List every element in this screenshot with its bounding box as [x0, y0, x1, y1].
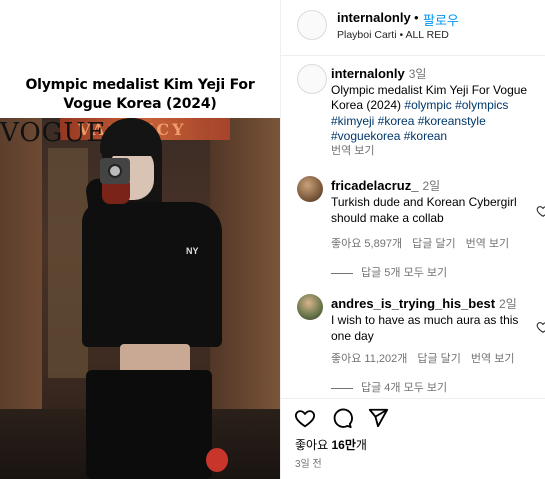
heart-icon[interactable] — [294, 407, 316, 429]
replies-line — [331, 272, 353, 274]
model-bag — [206, 448, 228, 472]
reply-button[interactable]: 답글 달기 — [417, 353, 461, 365]
comment-time: 2일 — [422, 179, 441, 193]
comment-likes-count[interactable]: 좋아요 11,202개 — [331, 353, 407, 365]
image-caption-line-2: Vogue Korea (2024) — [63, 96, 217, 112]
model-pants — [86, 370, 212, 479]
view-replies-link[interactable]: 답글 5개 모두 보기 — [331, 264, 447, 280]
image-caption-line-1: Olympic medalist Kim Yeji For — [25, 77, 255, 93]
comment-icon[interactable] — [331, 407, 353, 429]
likes-prefix: 좋아요 — [295, 438, 332, 452]
post-actions-bar — [281, 398, 545, 429]
likes-count[interactable]: 좋아요 16만개 — [295, 436, 367, 453]
camera-lens — [108, 164, 122, 178]
comment-text-block: fricadelacruz_ 2일 Turkish dude and Korean… — [331, 178, 531, 226]
header-audio-track[interactable]: Playboi Carti • ALL RED — [337, 29, 449, 41]
comment-username[interactable]: andres_is_trying_his_best — [331, 296, 495, 311]
image-caption-banner: Olympic medalist Kim Yeji For Vogue Kore… — [0, 0, 280, 118]
comment-avatar[interactable] — [297, 176, 323, 202]
caption-time: 3일 — [408, 67, 427, 81]
header-separator: • — [414, 10, 419, 25]
post-date: 3일 전 — [295, 459, 322, 470]
comment-translate-link[interactable]: 번역 보기 — [466, 238, 510, 250]
comment-username[interactable]: fricadelacruz_ — [331, 178, 418, 193]
comment-text-block: andres_is_trying_his_best 2일 I wish to ha… — [331, 296, 531, 344]
comment-actions: 좋아요 5,897개 답글 달기 번역 보기 — [331, 235, 519, 251]
post-image[interactable]: Olympic medalist Kim Yeji For Vogue Kore… — [0, 0, 280, 479]
follow-button[interactable]: 팔로우 — [423, 10, 459, 29]
likes-suffix: 개 — [355, 438, 367, 452]
comment-actions: 좋아요 11,202개 답글 달기 번역 보기 — [331, 350, 524, 366]
comment-time: 2일 — [499, 297, 517, 311]
view-replies-label[interactable]: 답글 4개 모두 보기 — [361, 382, 447, 394]
caption-username[interactable]: internalonly — [331, 66, 405, 81]
comment-text: I wish to have as much aura as this one … — [331, 313, 519, 343]
apparel-logo: NY — [186, 246, 199, 256]
comment-heart-icon[interactable] — [536, 204, 545, 218]
likes-number: 16만 — [331, 438, 356, 452]
comment-translate-link[interactable]: 번역 보기 — [471, 353, 515, 365]
comment-text: Turkish dude and Korean Cybergirl should… — [331, 195, 517, 225]
caption-avatar[interactable] — [297, 64, 327, 94]
caption-translate-link[interactable]: 번역 보기 — [331, 142, 375, 158]
header-username[interactable]: internalonly — [337, 10, 411, 25]
header-avatar[interactable] — [297, 10, 327, 40]
image-caption-text: Olympic medalist Kim Yeji For Vogue Kore… — [25, 76, 254, 114]
comment-avatar[interactable] — [297, 294, 323, 320]
replies-line — [331, 387, 353, 389]
post-header: internalonly • 팔로우 Playboi Carti • ALL R… — [281, 0, 545, 56]
view-replies-link[interactable]: 답글 4개 모두 보기 — [331, 379, 447, 395]
comment-likes-count[interactable]: 좋아요 5,897개 — [331, 238, 402, 250]
vogue-logo: VOGUE — [0, 118, 107, 148]
post-photo: VACANCY NY — [0, 118, 280, 479]
post-side-panel: internalonly • 팔로우 Playboi Carti • ALL R… — [280, 0, 545, 479]
comment-heart-icon[interactable] — [536, 320, 545, 334]
caption-body: internalonly 3일 Olympic medalist Kim Yeji… — [331, 66, 536, 145]
view-replies-label[interactable]: 답글 5개 모두 보기 — [361, 267, 447, 279]
share-icon[interactable] — [367, 407, 389, 429]
reply-button[interactable]: 답글 달기 — [412, 238, 456, 250]
